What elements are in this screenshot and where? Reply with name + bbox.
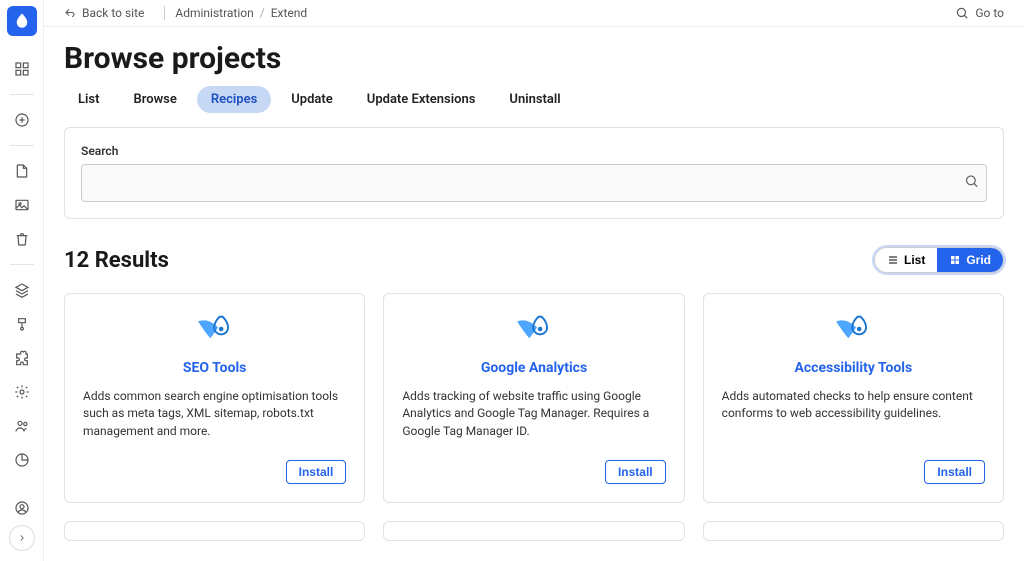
search-panel: Search xyxy=(64,127,1004,219)
users-icon[interactable] xyxy=(2,409,42,443)
tab-update[interactable]: Update xyxy=(277,86,347,113)
goto-link[interactable]: Go to xyxy=(955,6,1004,20)
view-toggle: List Grid xyxy=(874,247,1004,273)
drupal-drop-icon xyxy=(192,312,238,350)
gear-icon[interactable] xyxy=(2,375,42,409)
puzzle-icon[interactable] xyxy=(2,341,42,375)
recipe-card-placeholder xyxy=(64,521,365,541)
tab-browse[interactable]: Browse xyxy=(119,86,190,113)
file-icon[interactable] xyxy=(2,154,42,188)
results-grid: SEO Tools Adds common search engine opti… xyxy=(64,293,1004,541)
layers-icon[interactable] xyxy=(2,273,42,307)
tabs: List Browse Recipes Update Update Extens… xyxy=(64,86,1004,113)
recipe-card: SEO Tools Adds common search engine opti… xyxy=(64,293,365,503)
back-arrow-icon xyxy=(64,7,76,19)
card-description: Adds common search engine optimisation t… xyxy=(83,388,346,448)
install-button[interactable]: Install xyxy=(286,460,347,484)
recipe-card: Accessibility Tools Adds automated check… xyxy=(703,293,1004,503)
grid-icon xyxy=(949,254,961,266)
list-icon xyxy=(887,254,899,266)
install-button[interactable]: Install xyxy=(605,460,666,484)
tab-update-extensions[interactable]: Update Extensions xyxy=(353,86,490,113)
results-header: 12 Results List Grid xyxy=(64,247,1004,273)
drupal-drop-icon xyxy=(511,312,557,350)
chart-icon[interactable] xyxy=(2,443,42,477)
card-title[interactable]: Accessibility Tools xyxy=(722,360,985,376)
card-description: Adds automated checks to help ensure con… xyxy=(722,388,985,448)
paint-icon[interactable] xyxy=(2,307,42,341)
breadcrumb-administration[interactable]: Administration xyxy=(175,6,253,20)
recipe-card: Google Analytics Adds tracking of websit… xyxy=(383,293,684,503)
install-button[interactable]: Install xyxy=(924,460,985,484)
goto-label: Go to xyxy=(975,6,1004,20)
view-grid-button[interactable]: Grid xyxy=(937,248,1003,272)
drupal-drop-icon xyxy=(830,312,876,350)
breadcrumb-extend[interactable]: Extend xyxy=(271,6,307,20)
card-description: Adds tracking of website traffic using G… xyxy=(402,388,665,448)
tab-list[interactable]: List xyxy=(64,86,113,113)
image-icon[interactable] xyxy=(2,188,42,222)
back-to-site-link[interactable]: Back to site xyxy=(64,6,144,20)
back-label: Back to site xyxy=(82,6,144,20)
tab-recipes[interactable]: Recipes xyxy=(197,86,271,113)
account-icon[interactable] xyxy=(2,491,42,525)
page-title: Browse projects xyxy=(64,41,1004,76)
main-content: Back to site Administration / Extend Go … xyxy=(44,0,1024,561)
add-icon[interactable] xyxy=(2,103,42,137)
card-title[interactable]: SEO Tools xyxy=(83,360,346,376)
trash-icon[interactable] xyxy=(2,222,42,256)
card-title[interactable]: Google Analytics xyxy=(402,360,665,376)
tab-uninstall[interactable]: Uninstall xyxy=(495,86,574,113)
search-icon xyxy=(955,6,969,20)
dashboard-icon[interactable] xyxy=(2,52,42,86)
results-count: 12 Results xyxy=(64,248,169,273)
topbar: Back to site Administration / Extend Go … xyxy=(44,0,1024,27)
recipe-card-placeholder xyxy=(703,521,1004,541)
breadcrumb-separator: / xyxy=(260,6,265,20)
search-input[interactable] xyxy=(81,164,987,202)
admin-sidebar xyxy=(0,0,44,561)
chevron-right-icon[interactable] xyxy=(9,525,35,551)
search-label: Search xyxy=(81,144,987,158)
search-submit-icon[interactable] xyxy=(964,174,979,193)
recipe-card-placeholder xyxy=(383,521,684,541)
app-logo[interactable] xyxy=(7,6,37,36)
view-list-button[interactable]: List xyxy=(875,248,937,272)
